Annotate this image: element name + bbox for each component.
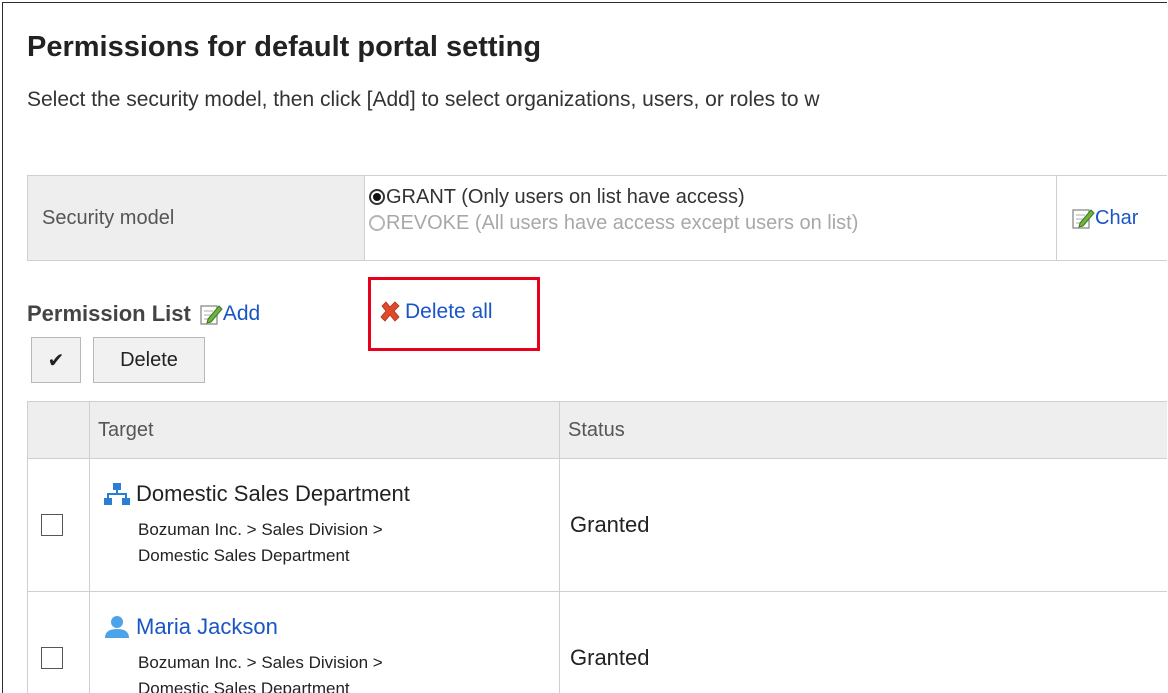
organization-icon bbox=[102, 481, 132, 507]
row-checkbox-cell bbox=[28, 592, 90, 693]
window-frame: Permissions for default portal setting S… bbox=[2, 2, 1167, 693]
permission-list-header: Permission List Add bbox=[27, 301, 260, 327]
delete-x-icon bbox=[378, 300, 402, 324]
change-label: Char bbox=[1095, 207, 1138, 230]
page-title: Permissions for default portal setting bbox=[27, 31, 541, 64]
permission-table: Target Status bbox=[27, 401, 1167, 693]
delete-button[interactable]: Delete bbox=[93, 337, 205, 383]
row-checkbox[interactable] bbox=[41, 514, 63, 536]
permission-list-title: Permission List bbox=[27, 301, 191, 327]
edit-icon bbox=[199, 302, 223, 326]
grant-option[interactable]: GRANT (Only users on list have access) bbox=[369, 184, 1056, 210]
grant-label: GRANT (Only users on list have access) bbox=[386, 184, 745, 210]
security-model-options: GRANT (Only users on list have access) R… bbox=[365, 176, 1057, 260]
header-target: Target bbox=[90, 402, 560, 459]
target-cell: Maria Jackson Bozuman Inc. > Sales Divis… bbox=[90, 592, 560, 693]
add-label: Add bbox=[223, 302, 260, 326]
security-model-label: Security model bbox=[28, 176, 365, 260]
user-icon bbox=[102, 614, 132, 640]
header-status: Status bbox=[560, 402, 1168, 459]
security-model-table: Security model GRANT (Only users on list… bbox=[27, 175, 1167, 261]
target-cell: Domestic Sales Department Bozuman Inc. >… bbox=[90, 459, 560, 592]
revoke-label: REVOKE (All users have access except use… bbox=[386, 210, 858, 236]
table-row: Domestic Sales Department Bozuman Inc. >… bbox=[28, 459, 1168, 592]
status-cell: Granted bbox=[560, 459, 1168, 592]
page-description: Select the security model, then click [A… bbox=[27, 88, 820, 112]
delete-all-label: Delete all bbox=[405, 300, 493, 324]
edit-icon bbox=[1071, 206, 1095, 230]
target-name: Domestic Sales Department bbox=[102, 481, 559, 507]
row-checkbox[interactable] bbox=[41, 647, 63, 669]
check-all-button[interactable]: ✔ bbox=[31, 337, 81, 383]
target-path: Bozuman Inc. > Sales Division > Domestic… bbox=[138, 650, 559, 693]
target-name-link[interactable]: Maria Jackson bbox=[102, 614, 559, 640]
target-path: Bozuman Inc. > Sales Division > Domestic… bbox=[138, 517, 559, 569]
header-check-column bbox=[28, 402, 90, 459]
grant-radio[interactable] bbox=[369, 189, 385, 205]
table-row: Maria Jackson Bozuman Inc. > Sales Divis… bbox=[28, 592, 1168, 693]
table-header-row: Target Status bbox=[28, 402, 1168, 459]
add-link[interactable]: Add bbox=[199, 302, 260, 326]
status-cell: Granted bbox=[560, 592, 1168, 693]
delete-all-link[interactable]: Delete all bbox=[378, 300, 493, 324]
change-link[interactable]: Char bbox=[1057, 176, 1167, 260]
revoke-radio[interactable] bbox=[369, 215, 385, 231]
revoke-option[interactable]: REVOKE (All users have access except use… bbox=[369, 210, 1056, 236]
row-checkbox-cell bbox=[28, 459, 90, 592]
